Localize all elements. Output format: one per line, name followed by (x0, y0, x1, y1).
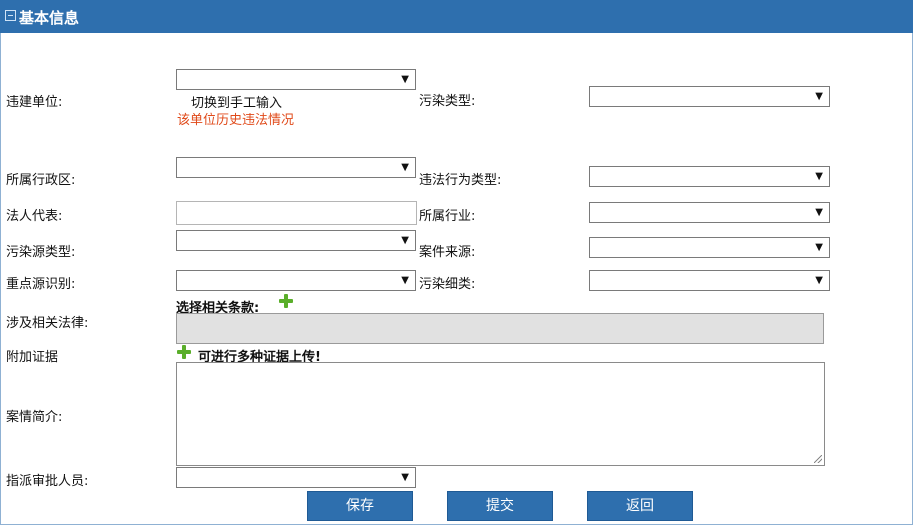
pollution-type-label: 污染类型: (419, 94, 476, 109)
unit-history-violations-link[interactable]: 该单位历史违法情况 (177, 109, 294, 128)
pollution-subcategory-select[interactable]: ▼ (589, 270, 830, 291)
save-button[interactable]: 保存 (307, 491, 413, 521)
pollution-type-select[interactable]: ▼ (589, 86, 830, 107)
chevron-down-icon: ▼ (815, 207, 823, 218)
source-type-label: 污染源类型: (6, 245, 76, 260)
case-summary-textarea[interactable] (176, 362, 825, 466)
source-type-select[interactable]: ▼ (176, 230, 416, 251)
approver-label: 指派审批人员: (6, 474, 89, 489)
chevron-down-icon: ▼ (401, 275, 409, 286)
chevron-down-icon: ▼ (815, 91, 823, 102)
chevron-down-icon: ▼ (815, 242, 823, 253)
district-label: 所属行政区: (6, 173, 76, 188)
back-button[interactable]: 返回 (587, 491, 693, 521)
chevron-down-icon: ▼ (815, 275, 823, 286)
district-select[interactable]: ▼ (176, 157, 416, 178)
case-summary-label: 案情简介: (6, 410, 63, 425)
key-source-select[interactable]: ▼ (176, 270, 416, 291)
unit-select[interactable]: ▼ (176, 69, 416, 90)
violation-type-label: 违法行为类型: (419, 173, 502, 188)
case-source-select[interactable]: ▼ (589, 237, 830, 258)
unit-label: 违建单位: (6, 95, 63, 110)
legal-representative-input[interactable] (176, 201, 417, 225)
approver-select[interactable]: ▼ (176, 467, 416, 488)
chevron-down-icon: ▼ (401, 235, 409, 246)
case-source-label: 案件来源: (419, 245, 476, 260)
resize-grip-icon[interactable] (814, 455, 822, 463)
collapse-icon[interactable] (5, 10, 16, 21)
submit-button[interactable]: 提交 (447, 491, 553, 521)
chevron-down-icon: ▼ (401, 162, 409, 173)
legal-representative-label: 法人代表: (6, 209, 63, 224)
industry-label: 所属行业: (419, 209, 476, 224)
chevron-down-icon: ▼ (401, 74, 409, 85)
add-evidence-plus-icon[interactable] (177, 345, 191, 359)
section-title: 基本信息 (19, 9, 80, 27)
add-clause-plus-icon[interactable] (279, 294, 293, 308)
evidence-label: 附加证据 (6, 350, 59, 365)
industry-select[interactable]: ▼ (589, 202, 830, 223)
section-header: 基本信息 (0, 0, 913, 33)
related-law-field[interactable] (176, 313, 824, 344)
violation-type-select[interactable]: ▼ (589, 166, 830, 187)
chevron-down-icon: ▼ (401, 472, 409, 483)
key-source-label: 重点源识别: (6, 277, 76, 292)
chevron-down-icon: ▼ (815, 171, 823, 182)
pollution-subcategory-label: 污染细类: (419, 277, 476, 292)
related-law-label: 涉及相关法律: (6, 316, 89, 331)
